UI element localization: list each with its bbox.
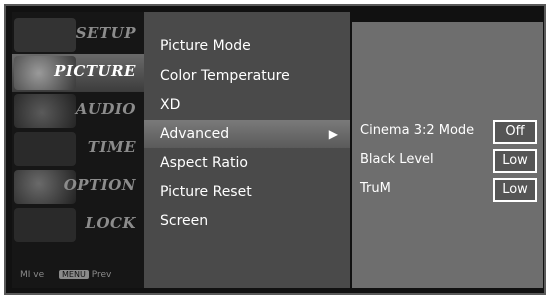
submenu-row-cinema-mode[interactable]: Cinema 3:2 Mode Off bbox=[352, 118, 543, 146]
prev-hint: Prev bbox=[91, 270, 112, 280]
picture-menu: Picture Mode Color Temperature XD Advanc… bbox=[144, 12, 350, 288]
category-label: SETUP bbox=[75, 24, 136, 42]
menu-item-xd[interactable]: XD bbox=[144, 91, 350, 119]
menu-item-label: XD bbox=[160, 97, 181, 113]
menu-item-aspect-ratio[interactable]: Aspect Ratio bbox=[144, 149, 350, 177]
category-label: LOCK bbox=[85, 214, 136, 232]
submenu-row-black-level[interactable]: Black Level Low bbox=[352, 147, 543, 175]
setting-label: TruM bbox=[360, 181, 391, 196]
menu-item-picture-reset[interactable]: Picture Reset bbox=[144, 178, 350, 206]
menu-item-color-temperature[interactable]: Color Temperature bbox=[144, 62, 350, 90]
category-label: PICTURE bbox=[54, 62, 136, 80]
category-lock[interactable]: LOCK bbox=[12, 206, 144, 244]
setting-value[interactable]: Low bbox=[493, 178, 537, 202]
category-sidebar: SETUP PICTURE AUDIO TIME OPTION LOCK MI … bbox=[12, 12, 144, 288]
footer-hints: MI ve MENU Prev bbox=[20, 270, 111, 280]
menu-item-advanced[interactable]: Advanced ▶ bbox=[144, 120, 350, 148]
menu-item-label: Aspect Ratio bbox=[160, 155, 248, 171]
move-hint: MI ve bbox=[20, 270, 45, 280]
time-icon bbox=[14, 132, 76, 166]
setting-value[interactable]: Low bbox=[493, 149, 537, 173]
advanced-submenu: Cinema 3:2 Mode Off Black Level Low TruM… bbox=[352, 22, 543, 288]
category-label: TIME bbox=[87, 138, 136, 156]
category-setup[interactable]: SETUP bbox=[12, 16, 144, 54]
category-option[interactable]: OPTION bbox=[12, 168, 144, 206]
menu-item-label: Picture Reset bbox=[160, 184, 252, 200]
menu-item-label: Screen bbox=[160, 213, 209, 229]
submenu-row-trum[interactable]: TruM Low bbox=[352, 176, 543, 204]
lock-icon bbox=[14, 208, 76, 242]
menu-item-picture-mode[interactable]: Picture Mode bbox=[144, 32, 350, 60]
menu-item-screen[interactable]: Screen bbox=[144, 207, 350, 235]
setting-value[interactable]: Off bbox=[493, 120, 537, 144]
category-audio[interactable]: AUDIO bbox=[12, 92, 144, 130]
category-label: AUDIO bbox=[75, 100, 136, 118]
category-time[interactable]: TIME bbox=[12, 130, 144, 168]
menu-key-icon: MENU bbox=[59, 270, 89, 279]
menu-item-label: Picture Mode bbox=[160, 38, 251, 54]
audio-icon bbox=[14, 94, 76, 128]
setup-icon bbox=[14, 18, 76, 52]
menu-item-label: Color Temperature bbox=[160, 68, 290, 84]
category-label: OPTION bbox=[63, 176, 136, 194]
tv-osd-window: SETUP PICTURE AUDIO TIME OPTION LOCK MI … bbox=[4, 4, 546, 295]
submenu-arrow-icon: ▶ bbox=[328, 127, 338, 141]
setting-label: Cinema 3:2 Mode bbox=[360, 123, 475, 138]
category-picture[interactable]: PICTURE bbox=[12, 54, 144, 92]
menu-item-label: Advanced bbox=[160, 126, 230, 142]
setting-label: Black Level bbox=[360, 152, 434, 167]
